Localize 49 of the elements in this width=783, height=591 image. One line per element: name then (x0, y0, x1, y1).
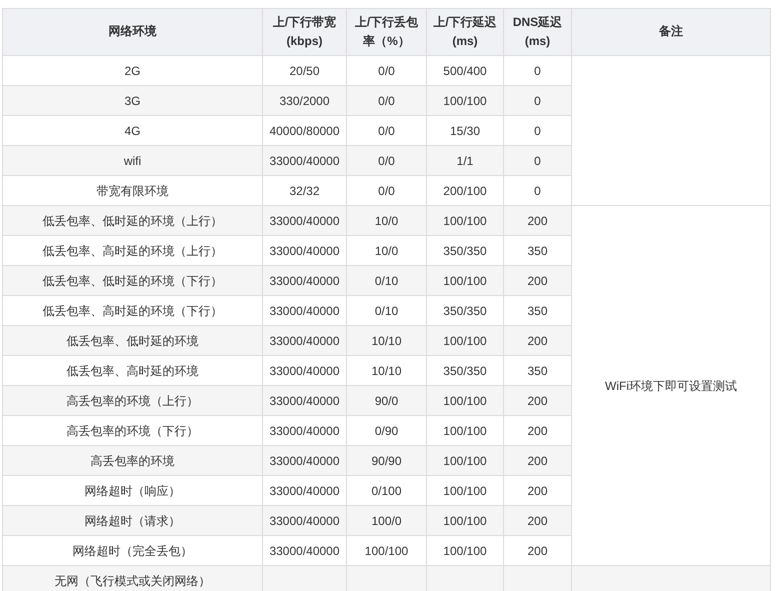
table-cell: 低丢包率、低时延的环境（上行） (2, 206, 262, 236)
table-cell: 100/100 (426, 326, 504, 356)
table-cell: 33000/40000 (262, 446, 346, 476)
table-cell: 100/100 (426, 206, 504, 236)
table-cell: 33000/40000 (262, 266, 346, 296)
table-cell: 1/1 (426, 146, 504, 176)
column-header: 上/下行带宽 (kbps) (262, 8, 346, 56)
table-cell: 200 (504, 326, 572, 356)
table-cell: 100/100 (426, 266, 504, 296)
table-cell: 200 (504, 386, 572, 416)
table-cell: 100/100 (426, 446, 504, 476)
table-cell: 100/100 (426, 86, 504, 116)
table-cell: 10/0 (346, 206, 426, 236)
column-header: 备注 (572, 8, 770, 56)
table-cell: 0/0 (346, 146, 426, 176)
table-cell: 90/90 (346, 446, 426, 476)
table-cell: 200 (504, 206, 572, 236)
table-cell: wifi (2, 146, 262, 176)
column-header: 上/下行延迟 (ms) (426, 8, 504, 56)
table-cell: 90/0 (346, 386, 426, 416)
table-cell: 高丢包率的环境 (2, 446, 262, 476)
table-cell: 100/100 (426, 386, 504, 416)
table-cell: 10/10 (346, 326, 426, 356)
column-header: 上/下行丢包率（%） (346, 8, 426, 56)
table-cell: 200 (504, 266, 572, 296)
table-cell: 0 (504, 86, 572, 116)
table-cell: 33000/40000 (262, 206, 346, 236)
table-cell: 高丢包率的环境（上行） (2, 386, 262, 416)
table-cell: 100/0 (346, 506, 426, 536)
table-cell: 200 (504, 446, 572, 476)
table-cell: 200 (504, 506, 572, 536)
remark-cell: WiFi环境下即可设置测试 (572, 206, 770, 566)
table-cell: 低丢包率、低时延的环境（下行） (2, 266, 262, 296)
table-cell: 无网（飞行模式或关闭网络） (2, 566, 262, 591)
table-cell: 100/100 (426, 506, 504, 536)
table-cell: 0/10 (346, 266, 426, 296)
table-cell: 低丢包率、低时延的环境 (2, 326, 262, 356)
table-cell (504, 566, 572, 591)
table-cell: 33000/40000 (262, 326, 346, 356)
table-cell: 33000/40000 (262, 506, 346, 536)
table-cell: 33000/40000 (262, 386, 346, 416)
table-cell: 330/2000 (262, 86, 346, 116)
table-cell: 3G (2, 86, 262, 116)
table-cell: 33000/40000 (262, 146, 346, 176)
column-header: 网络环境 (2, 8, 262, 56)
table-cell: 0/0 (346, 86, 426, 116)
column-header: DNS延迟 (ms) (504, 8, 572, 56)
table-cell: 网络超时（请求） (2, 506, 262, 536)
table-cell: 0 (504, 146, 572, 176)
